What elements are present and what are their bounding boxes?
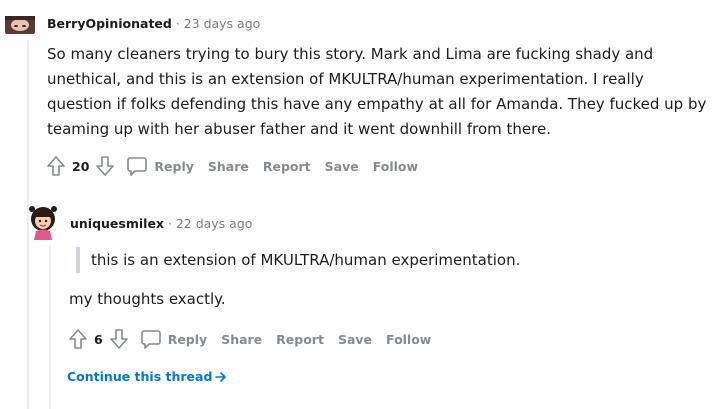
reply-label: Reply <box>154 158 194 174</box>
vote-score: 6 <box>94 331 103 347</box>
timestamp[interactable]: 22 days ago <box>176 216 253 231</box>
reply-button[interactable]: Reply <box>126 155 207 177</box>
speech-bubble-icon <box>126 155 148 177</box>
reply-label: Reply <box>167 331 208 347</box>
continue-thread-link[interactable]: Continue this thread <box>67 369 227 384</box>
follow-button[interactable]: Follow <box>386 332 431 347</box>
separator: · <box>175 16 180 31</box>
separator: · <box>167 216 172 231</box>
save-button[interactable]: Save <box>338 332 372 347</box>
continue-thread-label: Continue this thread <box>67 369 213 384</box>
downvote-arrow-icon[interactable] <box>94 154 116 178</box>
comment-body: So many cleaners trying to bury this sto… <box>47 45 707 138</box>
comment-actions: 20 Reply Share Report Save Follow <box>45 153 432 179</box>
comment-meta: uniquesmilex · 22 days ago <box>70 216 252 231</box>
report-button[interactable]: Report <box>276 332 324 347</box>
vote-score: 20 <box>72 158 90 174</box>
upvote-arrow-icon[interactable] <box>45 154 67 178</box>
save-button[interactable]: Save <box>325 159 359 174</box>
thread-line-child[interactable] <box>49 246 51 409</box>
reply-button[interactable]: Reply <box>140 328 221 350</box>
arrow-right-icon <box>215 371 227 383</box>
upvote-arrow-icon[interactable] <box>67 327 89 351</box>
share-button[interactable]: Share <box>221 332 262 347</box>
username[interactable]: BerryOpinionated <box>47 16 172 31</box>
avatar[interactable] <box>28 204 58 240</box>
comment-actions: 6 Reply Share Report Save Follow <box>67 326 445 352</box>
comment-body: my thoughts exactly. <box>69 290 226 308</box>
speech-bubble-icon <box>140 328 162 350</box>
comment-meta: BerryOpinionated · 23 days ago <box>47 16 260 31</box>
report-button[interactable]: Report <box>263 159 311 174</box>
avatar[interactable] <box>4 8 36 40</box>
downvote-arrow-icon[interactable] <box>108 327 130 351</box>
username[interactable]: uniquesmilex <box>70 216 164 231</box>
blockquote: this is an extension of MKULTRA/human ex… <box>76 247 520 273</box>
share-button[interactable]: Share <box>208 159 249 174</box>
comment-thread: BerryOpinionated · 23 days ago So many c… <box>0 0 720 409</box>
timestamp[interactable]: 23 days ago <box>184 16 261 31</box>
follow-button[interactable]: Follow <box>373 159 418 174</box>
